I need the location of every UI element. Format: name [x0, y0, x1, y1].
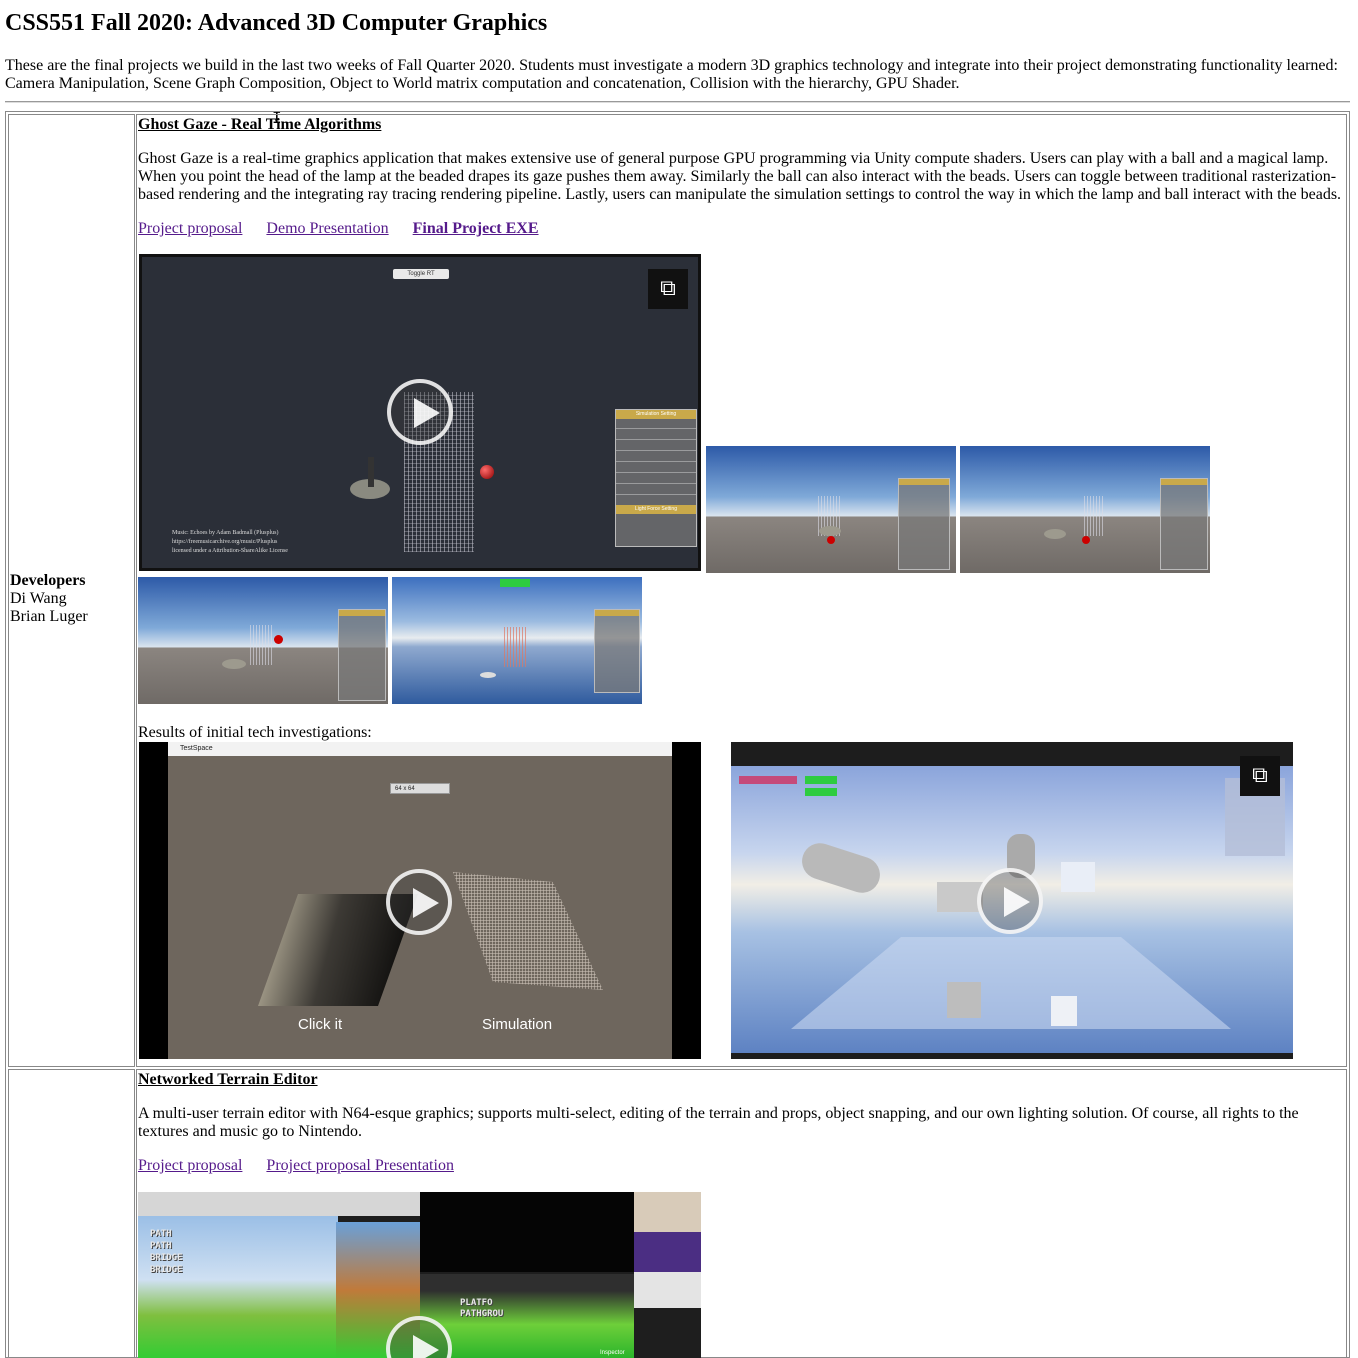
- demo-video[interactable]: Toggle RT Simulation Setting Light Force…: [139, 254, 701, 571]
- editor-panel: [739, 776, 797, 784]
- developer-name: Di Wang: [10, 590, 67, 607]
- bead-curtain: [504, 627, 528, 667]
- resolution-dropdown: 64 x 64: [390, 783, 450, 794]
- project-description: Ghost Gaze is a real-time graphics appli…: [138, 150, 1342, 203]
- page-intro: These are the final projects we build in…: [5, 57, 1338, 92]
- window-titlebar: TestSpace: [168, 742, 672, 756]
- lamp-base: [480, 672, 496, 678]
- webcam-tile: [634, 1272, 701, 1308]
- divider: [5, 101, 1350, 103]
- settings-panel: [338, 609, 386, 701]
- prop-label: PATH: [150, 1229, 172, 1239]
- red-ball: [274, 635, 283, 644]
- box-object: [1051, 996, 1077, 1026]
- credit-line: https://freemusicarchive.org/music/Plusp…: [172, 539, 278, 545]
- box-object: [947, 982, 981, 1018]
- webcam-tile: [634, 1192, 701, 1232]
- red-ball: [827, 536, 835, 544]
- developer-name: Brian Luger: [10, 608, 88, 625]
- prop-labels: PLATFO PATHGROU: [460, 1298, 503, 1320]
- box-object: [1061, 862, 1095, 892]
- developers-heading: Developers: [10, 572, 86, 589]
- terrain-viewport: [420, 1274, 634, 1358]
- red-ball: [1082, 536, 1090, 544]
- prop-label: PATH: [150, 1241, 172, 1251]
- panel-sliders: [616, 419, 696, 505]
- project-title: Networked Terrain Editor: [138, 1071, 318, 1088]
- project-links: Project proposal Project proposal Present…: [138, 1157, 478, 1175]
- editor-button: [805, 776, 837, 784]
- page-title: CSS551 Fall 2020: Advanced 3D Computer G…: [5, 10, 548, 36]
- simulation-label: Simulation: [482, 1016, 553, 1033]
- credit-line: licensed under a Attribution-ShareAlike …: [172, 548, 288, 554]
- settings-panel: [898, 478, 950, 570]
- bead-curtain: [250, 625, 274, 665]
- music-credits: Music: Echoes by Adam Badmall (Plusplus)…: [172, 529, 288, 556]
- terrain-video[interactable]: PATH PATH BRIDGE BRIDGE PLATFO PATHGROU …: [138, 1192, 701, 1358]
- prop-label: PLATFO: [460, 1298, 493, 1308]
- project-proposal-presentation-link[interactable]: Project proposal Presentation: [266, 1157, 454, 1174]
- play-icon[interactable]: [386, 869, 452, 935]
- prop-label: BRIDGE: [150, 1265, 183, 1275]
- inspector-label: Inspector: [600, 1350, 625, 1356]
- toggle-rt-button: Toggle RT: [393, 269, 449, 279]
- page: CSS551 Fall 2020: Advanced 3D Computer G…: [0, 0, 1358, 1358]
- lamp-base: [1044, 529, 1066, 539]
- external-link-icon[interactable]: ⧉: [1240, 756, 1280, 796]
- editor-button: [805, 788, 837, 796]
- video-call-panel: [420, 1192, 634, 1272]
- project-links: Project proposal Demo Presentation Final P…: [138, 220, 563, 238]
- settings-panel: Simulation Setting Light Force Setting: [615, 409, 697, 547]
- project-proposal-link[interactable]: Project proposal: [138, 220, 242, 237]
- screenshot-image: [706, 446, 956, 573]
- demo-presentation-link[interactable]: Demo Presentation: [266, 220, 388, 237]
- screenshot-image: [960, 446, 1210, 573]
- lamp-base: [222, 659, 246, 669]
- investigation-video[interactable]: ⧉: [731, 742, 1293, 1059]
- investigation-video[interactable]: TestSpace 64 x 64 Click it Simulation: [139, 742, 701, 1059]
- external-link-icon[interactable]: ⧉: [648, 269, 688, 309]
- panel-heading: Simulation Setting: [616, 410, 696, 419]
- final-project-exe-link[interactable]: Final Project EXE: [413, 220, 539, 237]
- lamp-base: [819, 526, 841, 536]
- screenshot-image: [392, 577, 642, 704]
- prop-label: BRIDGE: [150, 1253, 183, 1263]
- editor-toolbar: [138, 1192, 420, 1216]
- screenshot-image: [138, 577, 388, 704]
- cylinder-object: [797, 838, 885, 898]
- editor-statusbar: [731, 1053, 1293, 1059]
- developers-cell: [8, 1069, 135, 1358]
- floor-plane: [791, 937, 1231, 1029]
- project-proposal-link[interactable]: Project proposal: [138, 1157, 242, 1174]
- cloth-simulation: [453, 872, 603, 990]
- click-it-label: Click it: [298, 1016, 343, 1033]
- project-description: A multi-user terrain editor with N64-esq…: [138, 1105, 1299, 1140]
- prop-labels: PATH PATH BRIDGE BRIDGE: [150, 1228, 183, 1276]
- play-icon[interactable]: [977, 868, 1043, 934]
- project-title: Ghost Gaze - Real Time Algorithms: [138, 116, 382, 133]
- bead-curtain: [1084, 496, 1104, 536]
- play-icon[interactable]: [387, 379, 453, 445]
- settings-panel: [1160, 478, 1208, 570]
- box-object: [937, 882, 983, 912]
- toggle-rt-button: [500, 579, 530, 587]
- red-ball: [480, 465, 494, 479]
- settings-panel: [594, 609, 640, 693]
- developers-list: Developers Di Wang Brian Luger: [10, 572, 88, 626]
- investigations-caption: Results of initial tech investigations:: [138, 724, 372, 741]
- webcam-tile: [634, 1232, 701, 1272]
- prop-label: PATHGROU: [460, 1309, 504, 1319]
- lamp-stem: [368, 457, 374, 487]
- editor-toolbar: [731, 742, 1293, 766]
- panel-heading: Light Force Setting: [616, 505, 696, 514]
- credit-line: Music: Echoes by Adam Badmall (Plusplus): [172, 530, 279, 536]
